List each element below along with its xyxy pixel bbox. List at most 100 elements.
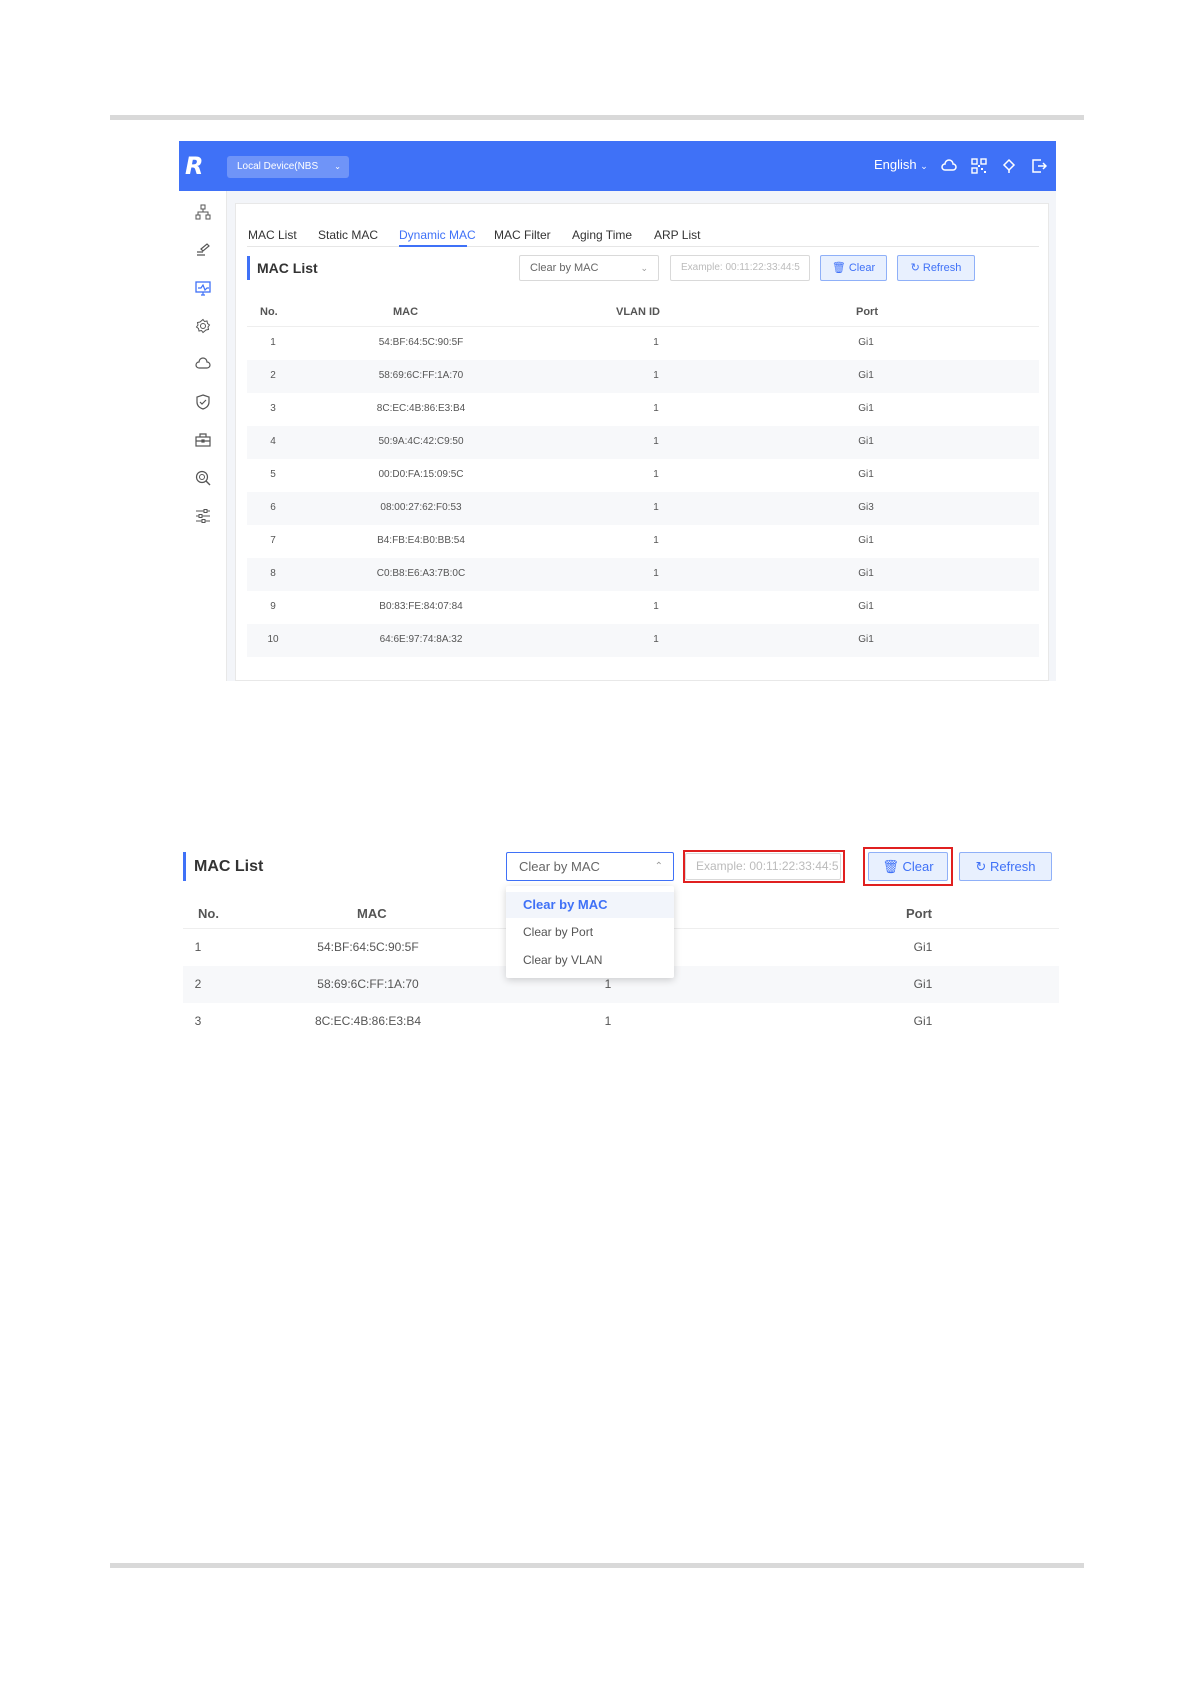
clear-type-select[interactable]: Clear by MAC ⌃ <box>506 852 674 881</box>
mac-input[interactable]: Example: 00:11:22:33:44:5 <box>670 255 810 281</box>
row-vlan: 1 <box>604 977 612 991</box>
row-vlan: 1 <box>653 403 659 414</box>
tab-mac-list[interactable]: MAC List <box>248 228 297 242</box>
row-number: 2 <box>194 977 202 991</box>
row-mac: 58:69:6C:FF:1A:70 <box>378 370 464 381</box>
row-mac: 8C:EC:4B:86:E3:B4 <box>376 403 466 414</box>
row-port: Gi1 <box>913 1014 933 1028</box>
row-number: 2 <box>270 370 276 381</box>
clear-type-value: Clear by MAC <box>519 859 600 874</box>
security-icon[interactable] <box>195 394 211 410</box>
ports-icon[interactable] <box>195 242 211 258</box>
refresh-button[interactable]: ↻ Refresh <box>897 255 975 281</box>
table-row: 4 50:9A:4C:42:C9:50 1 Gi1 <box>247 426 1039 459</box>
row-mac: B0:83:FE:84:07:84 <box>379 601 463 612</box>
language-label: English <box>874 157 917 172</box>
cloud-icon[interactable] <box>195 356 211 372</box>
refresh-icon: ↻ <box>975 859 987 874</box>
row-number: 9 <box>270 601 276 612</box>
row-mac: 54:BF:64:5C:90:5F <box>317 940 419 954</box>
option-clear-by-mac[interactable]: Clear by MAC <box>506 892 674 918</box>
qr-code-icon[interactable] <box>971 158 987 174</box>
tab-aging-time[interactable]: Aging Time <box>572 228 632 242</box>
advanced-icon[interactable] <box>195 508 211 524</box>
row-mac: 00:D0:FA:15:09:5C <box>378 469 464 480</box>
row-port: Gi1 <box>858 337 874 348</box>
row-vlan: 1 <box>653 337 659 348</box>
row-vlan: 1 <box>653 469 659 480</box>
row-vlan: 1 <box>653 601 659 612</box>
col-header-port: Port <box>856 306 878 318</box>
row-number: 6 <box>270 502 276 513</box>
device-selector[interactable]: Local Device(NBS ⌄ <box>227 156 349 178</box>
row-mac: 08:00:27:62:F0:53 <box>380 502 462 513</box>
notification-icon[interactable] <box>1001 158 1017 174</box>
row-port: Gi3 <box>858 502 874 513</box>
row-port: Gi1 <box>858 535 874 546</box>
tab-static-mac[interactable]: Static MAC <box>318 228 378 242</box>
panel-title: MAC List <box>257 260 318 276</box>
table-row: 3 8C:EC:4B:86:E3:B4 1 Gi1 <box>183 1003 1059 1040</box>
row-mac: B4:FB:E4:B0:BB:54 <box>377 535 465 546</box>
trash-icon: 🗑 <box>831 262 846 274</box>
tab-arp-list[interactable]: ARP List <box>654 228 700 242</box>
row-port: Gi1 <box>858 634 874 645</box>
toolbox-icon[interactable] <box>195 432 211 448</box>
clear-button[interactable]: 🗑 Clear <box>820 255 887 281</box>
row-vlan: 1 <box>653 568 659 579</box>
option-clear-by-port[interactable]: Clear by Port <box>506 919 674 945</box>
tab-mac-filter[interactable]: MAC Filter <box>494 228 551 242</box>
language-selector[interactable]: English ⌄ <box>874 157 928 172</box>
table-row: 10 64:6E:97:74:8A:32 1 Gi1 <box>247 624 1039 657</box>
col-header-mac: MAC <box>393 306 419 318</box>
col-header-mac: MAC <box>357 906 387 921</box>
row-port: Gi1 <box>858 436 874 447</box>
row-port: Gi1 <box>913 940 933 954</box>
row-mac: 50:9A:4C:42:C9:50 <box>378 436 464 447</box>
option-clear-by-vlan[interactable]: Clear by VLAN <box>506 947 674 973</box>
device-selector-label: Local Device(NBS <box>237 161 319 172</box>
panel-title: MAC List <box>194 858 264 875</box>
clear-type-value: Clear by MAC <box>530 262 599 274</box>
tab-divider <box>247 246 1039 247</box>
table-row: 9 B0:83:FE:84:07:84 1 Gi1 <box>247 591 1039 624</box>
row-number: 1 <box>194 940 202 954</box>
clear-button-highlight <box>863 847 953 886</box>
refresh-icon: ↻ <box>910 262 920 274</box>
main-panel: MAC List Static MAC Dynamic MAC MAC Filt… <box>235 203 1049 681</box>
col-header-port: Port <box>906 906 932 921</box>
topology-icon[interactable] <box>195 204 211 220</box>
clear-type-dropdown: Clear by MAC Clear by Port Clear by VLAN <box>506 886 674 978</box>
settings-icon[interactable] <box>195 318 211 334</box>
page-top-rule <box>110 115 1084 120</box>
mac-input-highlight <box>683 850 845 883</box>
tab-bar: MAC List Static MAC Dynamic MAC MAC Filt… <box>236 218 1048 248</box>
table-row: 8 C0:B8:E6:A3:7B:0C 1 Gi1 <box>247 558 1039 591</box>
row-port: Gi1 <box>858 568 874 579</box>
chevron-down-icon: ⌄ <box>920 161 928 171</box>
diagnostics-icon[interactable] <box>195 470 211 486</box>
device-mac-screenshot: R Local Device(NBS ⌄ English ⌄ MAC List … <box>179 141 1056 681</box>
row-port: Gi1 <box>858 469 874 480</box>
chevron-down-icon: ⌄ <box>640 263 648 273</box>
monitor-icon[interactable] <box>195 280 211 296</box>
row-port: Gi1 <box>913 977 933 991</box>
row-vlan: 1 <box>604 1014 612 1028</box>
row-port: Gi1 <box>858 370 874 381</box>
row-number: 7 <box>270 535 276 546</box>
tab-dynamic-mac[interactable]: Dynamic MAC <box>399 228 476 242</box>
row-port: Gi1 <box>858 601 874 612</box>
clear-type-select[interactable]: Clear by MAC ⌄ <box>519 255 659 281</box>
row-vlan: 1 <box>653 436 659 447</box>
table-row: 2 58:69:6C:FF:1A:70 1 Gi1 <box>247 360 1039 393</box>
row-vlan: 1 <box>653 370 659 381</box>
row-number: 5 <box>270 469 276 480</box>
row-number: 10 <box>267 634 279 645</box>
cloud-icon[interactable] <box>941 158 957 174</box>
col-header-no: No. <box>198 906 219 921</box>
clear-mac-screenshot: MAC List Clear by MAC ⌃ Example: 00:11:2… <box>179 838 1059 1048</box>
refresh-button[interactable]: ↻ Refresh <box>959 852 1052 881</box>
row-number: 4 <box>270 436 276 447</box>
chevron-down-icon: ⌄ <box>334 162 341 171</box>
logout-icon[interactable] <box>1031 158 1047 174</box>
